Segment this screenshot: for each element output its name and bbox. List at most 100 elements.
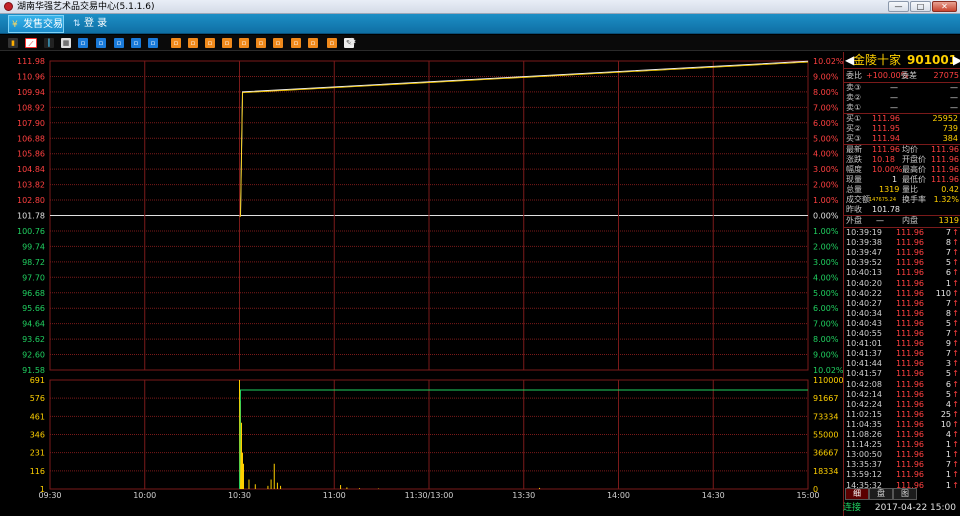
f5-icon[interactable]: ▫: [148, 38, 158, 48]
menu-trade-label: 发售交易: [23, 19, 63, 30]
tick-row[interactable]: 10:40:34 111.96 8 ↑: [844, 309, 960, 319]
tick-time: 10:40:22: [846, 288, 882, 298]
tick-volume: 1: [945, 470, 951, 480]
tick-row[interactable]: 10:40:27 111.96 7 ↑: [844, 299, 960, 309]
price-tick-label: 111.98: [17, 57, 45, 66]
f10-icon[interactable]: ▫: [239, 38, 249, 48]
tick-row[interactable]: 11:04:35 111.96 10 ↑: [844, 420, 960, 430]
price-tick-label: 106.88: [17, 134, 45, 143]
f1-icon[interactable]: ▫: [78, 38, 88, 48]
tick-row[interactable]: 11:08:26 111.96 4 ↑: [844, 430, 960, 440]
tick-price: 111.96: [896, 318, 924, 328]
tick-time: 10:41:01: [846, 339, 882, 349]
stat-label: 现量: [846, 175, 862, 184]
tick-row[interactable]: 10:40:22 111.96 110 ↑: [844, 289, 960, 299]
tick-row[interactable]: 10:39:47 111.96 7 ↑: [844, 248, 960, 258]
tick-row[interactable]: 10:40:43 111.96 5 ↑: [844, 319, 960, 329]
tab-book[interactable]: 盘: [869, 488, 893, 500]
buy-row-1[interactable]: 买① 111.96 25952: [844, 114, 960, 124]
buy-row-3[interactable]: 买③ 111.94 384: [844, 134, 960, 144]
tick-row[interactable]: 11:14:25 111.96 1 ↑: [844, 440, 960, 450]
maximize-button[interactable]: □: [910, 1, 931, 12]
tick-row[interactable]: 11:02:15 111.96 25 ↑: [844, 410, 960, 420]
line-chart-icon[interactable]: ⟋: [25, 38, 37, 48]
outer-label: 外盘: [846, 216, 862, 225]
tick-row[interactable]: 13:35:37 111.96 7 ↑: [844, 460, 960, 470]
stat-value: 147675.24: [869, 197, 897, 203]
time-tick-label: 10:30: [228, 491, 251, 500]
tick-row[interactable]: 10:39:19 111.96 7 ↑: [844, 228, 960, 238]
tick-row[interactable]: 10:42:24 111.96 4 ↑: [844, 400, 960, 410]
tick-arrow-icon: ↑: [952, 379, 959, 389]
calendar-icon[interactable]: ▦: [61, 38, 71, 48]
tick-row[interactable]: 10:41:57 111.96 5 ↑: [844, 369, 960, 379]
tick-volume: 25: [940, 409, 951, 419]
percent-tick-label: 8.00%: [813, 335, 839, 344]
tick-row[interactable]: 13:59:12 111.96 1 ↑: [844, 470, 960, 480]
sell-vol: —: [950, 93, 958, 102]
tick-row[interactable]: 10:39:52 111.96 5 ↑: [844, 258, 960, 268]
tick-row[interactable]: 10:39:38 111.96 8 ↑: [844, 238, 960, 248]
tab-detail[interactable]: 细: [845, 488, 869, 500]
buy-price: 111.96: [872, 114, 900, 123]
sell-row-2[interactable]: 卖② — —: [844, 93, 960, 103]
tick-price: 111.96: [896, 339, 924, 349]
tick-time: 13:35:37: [846, 460, 882, 470]
percent-tick-label: 6.00%: [813, 119, 839, 128]
tick-price: 111.96: [896, 238, 924, 248]
f2-icon[interactable]: ▫: [96, 38, 106, 48]
toolbar: ▮ ⟋ ┃ ▦ ▫ ▫ ▫ ▫ ▫ ▫ ▫ ▫ ▫ ▫ ▫ ▫ ▫ ▫ ▫ ✎ …: [0, 35, 960, 51]
menu-login-tab[interactable]: ⇅ 登 录: [70, 15, 120, 33]
tab-chart[interactable]: 图: [893, 488, 917, 500]
f8-icon[interactable]: ▫: [205, 38, 215, 48]
stat-label: 最高价: [902, 165, 926, 174]
f11-icon[interactable]: ▫: [256, 38, 266, 48]
tick-volume: 110: [935, 288, 951, 298]
buy-row-2[interactable]: 买② 111.95 739: [844, 124, 960, 134]
f7-icon[interactable]: ▫: [188, 38, 198, 48]
f14-icon[interactable]: ▫: [308, 38, 318, 48]
tick-row[interactable]: 10:41:37 111.96 7 ↑: [844, 349, 960, 359]
f4-icon[interactable]: ▫: [131, 38, 141, 48]
intraday-chart[interactable]: 111.98 110.96 109.94 108.92 107.90 106.88 105.…: [0, 52, 843, 500]
gear-icon[interactable]: ⚙: [347, 38, 357, 48]
tick-row[interactable]: 10:40:20 111.96 1 ↑: [844, 279, 960, 289]
tick-row[interactable]: 10:41:01 111.96 9 ↑: [844, 339, 960, 349]
sell-price: —: [890, 83, 898, 92]
price-tick-label: 107.90: [17, 119, 45, 128]
f12-icon[interactable]: ▫: [273, 38, 283, 48]
bar-chart-icon[interactable]: ▮: [8, 38, 18, 48]
tick-volume: 1: [945, 440, 951, 450]
tick-price: 111.96: [896, 450, 924, 460]
menu-trade-tab[interactable]: ¥ 发售交易: [8, 15, 64, 33]
menu-login-label: 登 录: [84, 18, 108, 29]
tick-row[interactable]: 10:41:44 111.96 3 ↑: [844, 359, 960, 369]
tick-volume: 7: [945, 349, 951, 359]
f3-icon[interactable]: ▫: [114, 38, 124, 48]
price-tick-label: 101.78: [17, 212, 45, 221]
f15-icon[interactable]: ▫: [327, 38, 337, 48]
tick-row[interactable]: 10:42:08 111.96 6 ↑: [844, 380, 960, 390]
next-stock-icon[interactable]: ▶: [953, 53, 960, 67]
tick-price: 111.96: [896, 440, 924, 450]
tick-price: 111.96: [896, 288, 924, 298]
tick-row[interactable]: 10:40:13 111.96 6 ↑: [844, 268, 960, 278]
tick-volume: 3: [945, 359, 951, 369]
tick-row[interactable]: 10:42:14 111.96 5 ↑: [844, 390, 960, 400]
f9-icon[interactable]: ▫: [222, 38, 232, 48]
stat-row: 涨跌 10.18 开盘价 111.96: [844, 155, 960, 165]
sell-row-1[interactable]: 卖① — —: [844, 103, 960, 113]
tick-price: 111.96: [896, 409, 924, 419]
sell-row-3[interactable]: 卖③ — —: [844, 83, 960, 93]
candlestick-icon[interactable]: ┃: [44, 38, 54, 48]
f6-icon[interactable]: ▫: [171, 38, 181, 48]
close-button[interactable]: ✕: [932, 1, 957, 12]
tick-row[interactable]: 10:40:55 111.96 7 ↑: [844, 329, 960, 339]
f13-icon[interactable]: ▫: [291, 38, 301, 48]
minimize-button[interactable]: —: [888, 1, 909, 12]
tick-volume: 5: [945, 389, 951, 399]
time-tick-label: 14:30: [702, 491, 725, 500]
tick-row[interactable]: 13:00:50 111.96 1 ↑: [844, 450, 960, 460]
inner-value: 1319: [938, 216, 959, 225]
tick-arrow-icon: ↑: [952, 268, 959, 278]
